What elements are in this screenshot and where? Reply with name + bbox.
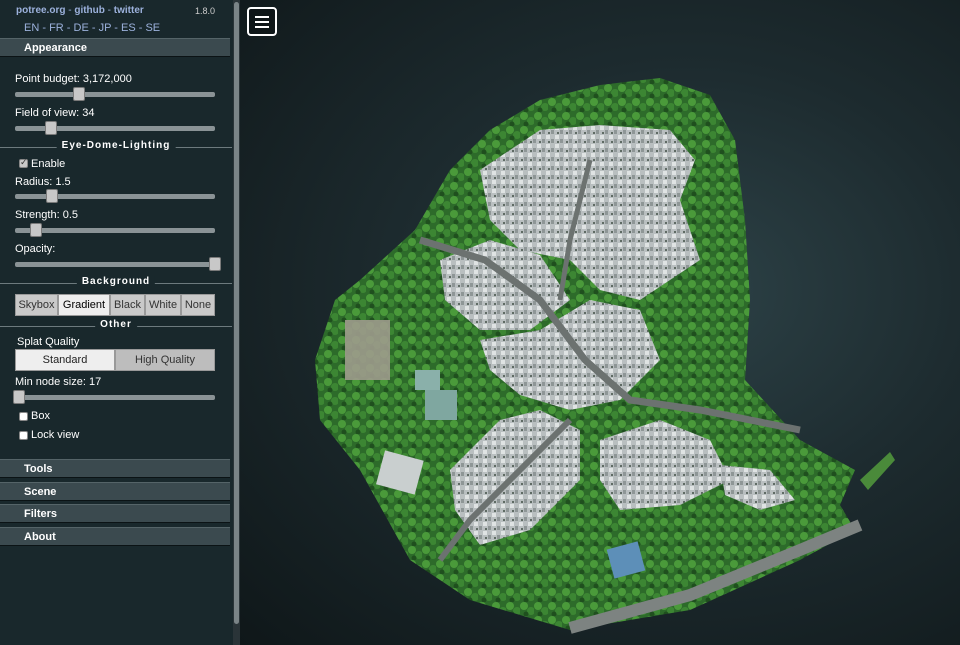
header-links: potree.org - github - twitter xyxy=(16,5,144,16)
background-divider: Background xyxy=(0,276,232,290)
min-node-size-slider[interactable] xyxy=(13,390,215,404)
edl-heading: Eye-Dome-Lighting xyxy=(56,140,176,151)
box-checkbox[interactable] xyxy=(19,412,28,421)
potree-link[interactable]: potree.org xyxy=(16,5,65,16)
scene-section-header[interactable]: Scene xyxy=(0,482,230,501)
version-label: 1.8.0 xyxy=(194,6,215,16)
lang-es[interactable]: ES xyxy=(121,22,136,34)
filters-section-header[interactable]: Filters xyxy=(0,504,230,523)
background-white-button[interactable]: White xyxy=(145,294,181,316)
lang-fr[interactable]: FR xyxy=(49,22,64,34)
point-budget-slider[interactable] xyxy=(15,87,215,101)
lang-de[interactable]: DE xyxy=(74,22,89,34)
language-links: EN - FR - DE - JP - ES - SE xyxy=(24,22,161,34)
radius-slider[interactable] xyxy=(15,189,215,203)
splat-quality-options: Standard High Quality xyxy=(15,349,215,371)
slider-handle[interactable] xyxy=(46,189,58,203)
splat-high-quality-button[interactable]: High Quality xyxy=(115,349,215,371)
fov-slider[interactable] xyxy=(15,121,215,135)
edl-divider: Eye-Dome-Lighting xyxy=(0,140,232,154)
slider-handle[interactable] xyxy=(73,87,85,101)
edl-enable-checkbox[interactable] xyxy=(19,157,28,168)
twitter-link[interactable]: twitter xyxy=(114,5,144,16)
opacity-label: Opacity: xyxy=(15,243,56,255)
point-budget-label: Point budget: 3,172,000 xyxy=(15,73,132,85)
radius-label: Radius: 1.5 xyxy=(15,176,71,188)
background-skybox-button[interactable]: Skybox xyxy=(15,294,58,316)
about-section-header[interactable]: About xyxy=(0,527,230,546)
scrollbar-thumb[interactable] xyxy=(234,2,239,624)
lock-view-checkbox[interactable] xyxy=(19,431,28,440)
point-cloud-render xyxy=(315,78,895,634)
slider-handle[interactable] xyxy=(13,390,25,404)
box-label: Box xyxy=(31,410,50,422)
slider-handle[interactable] xyxy=(30,223,42,237)
lang-en[interactable]: EN xyxy=(24,22,39,34)
building xyxy=(425,390,457,420)
tools-section-header[interactable]: Tools xyxy=(0,459,230,478)
lang-jp[interactable]: JP xyxy=(99,22,112,34)
github-link[interactable]: github xyxy=(74,5,105,16)
open-ground xyxy=(345,320,390,380)
splat-standard-button[interactable]: Standard xyxy=(15,349,115,371)
background-gradient-button[interactable]: Gradient xyxy=(58,294,110,316)
opacity-slider[interactable] xyxy=(15,257,221,271)
appearance-section-header[interactable]: Appearance xyxy=(0,38,230,57)
other-divider: Other xyxy=(0,319,232,333)
building xyxy=(415,370,440,390)
min-node-size-label: Min node size: 17 xyxy=(15,376,102,388)
background-none-button[interactable]: None xyxy=(181,294,215,316)
strength-slider[interactable] xyxy=(15,223,215,237)
sidebar-scrollbar[interactable] xyxy=(233,0,240,645)
slider-handle[interactable] xyxy=(45,121,57,135)
lang-se[interactable]: SE xyxy=(145,22,160,34)
background-options: Skybox Gradient Black White None xyxy=(15,294,215,316)
background-heading: Background xyxy=(76,276,156,287)
splat-quality-label: Splat Quality xyxy=(17,336,80,348)
vegetation-patch xyxy=(860,452,895,490)
hamburger-menu-icon[interactable] xyxy=(247,7,277,36)
fov-label: Field of view: 34 xyxy=(15,107,95,119)
background-black-button[interactable]: Black xyxy=(110,294,145,316)
sidebar: potree.org - github - twitter 1.8.0 EN -… xyxy=(0,0,233,645)
edl-enable-label: Enable xyxy=(31,158,66,170)
slider-handle[interactable] xyxy=(209,257,221,271)
strength-label: Strength: 0.5 xyxy=(15,209,78,221)
point-cloud-viewport[interactable] xyxy=(240,0,960,645)
lock-view-label: Lock view xyxy=(31,429,80,441)
other-heading: Other xyxy=(95,319,137,330)
